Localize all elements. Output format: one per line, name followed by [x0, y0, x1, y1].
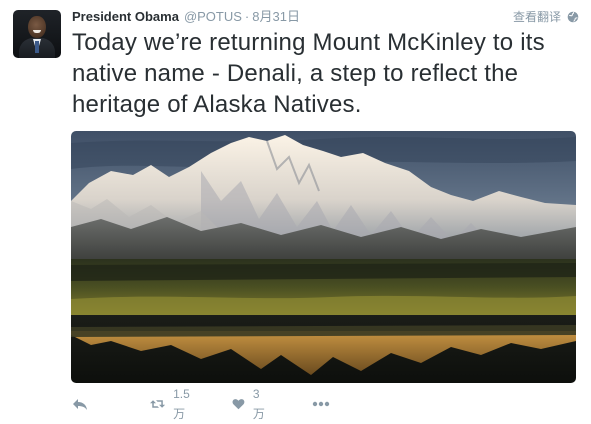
heart-icon	[232, 399, 245, 410]
denali-mountain-photo	[71, 131, 576, 383]
tweet-photo[interactable]	[71, 131, 576, 383]
reply-icon	[73, 399, 87, 410]
avatar-head	[28, 16, 46, 38]
translate-link[interactable]: 查看翻译	[513, 8, 561, 26]
tweet-timestamp[interactable]: 8月31日	[252, 9, 300, 24]
retweet-count: 1.5万	[173, 387, 190, 421]
author-handle[interactable]: @POTUS	[184, 9, 242, 24]
like-count: 3万	[252, 387, 265, 421]
author-name[interactable]: President Obama	[72, 9, 179, 24]
more-button[interactable]	[312, 394, 330, 414]
retweet-icon	[150, 400, 166, 408]
avatar-tie	[35, 41, 39, 53]
tweet-text: Today we’re returning Mount McKinley to …	[72, 29, 545, 118]
more-icon	[312, 401, 330, 407]
like-button[interactable]: 3万	[232, 387, 268, 421]
reply-button[interactable]	[72, 394, 88, 414]
separator-dot: ·	[244, 9, 250, 24]
retweet-button[interactable]: 1.5万	[150, 387, 195, 421]
avatar[interactable]	[13, 10, 61, 58]
tweet-header: President Obama @POTUS · 8月31日	[72, 8, 581, 26]
globe-icon[interactable]	[567, 11, 579, 23]
tweet[interactable]: President Obama @POTUS · 8月31日 查看翻译 Today w…	[0, 0, 591, 421]
